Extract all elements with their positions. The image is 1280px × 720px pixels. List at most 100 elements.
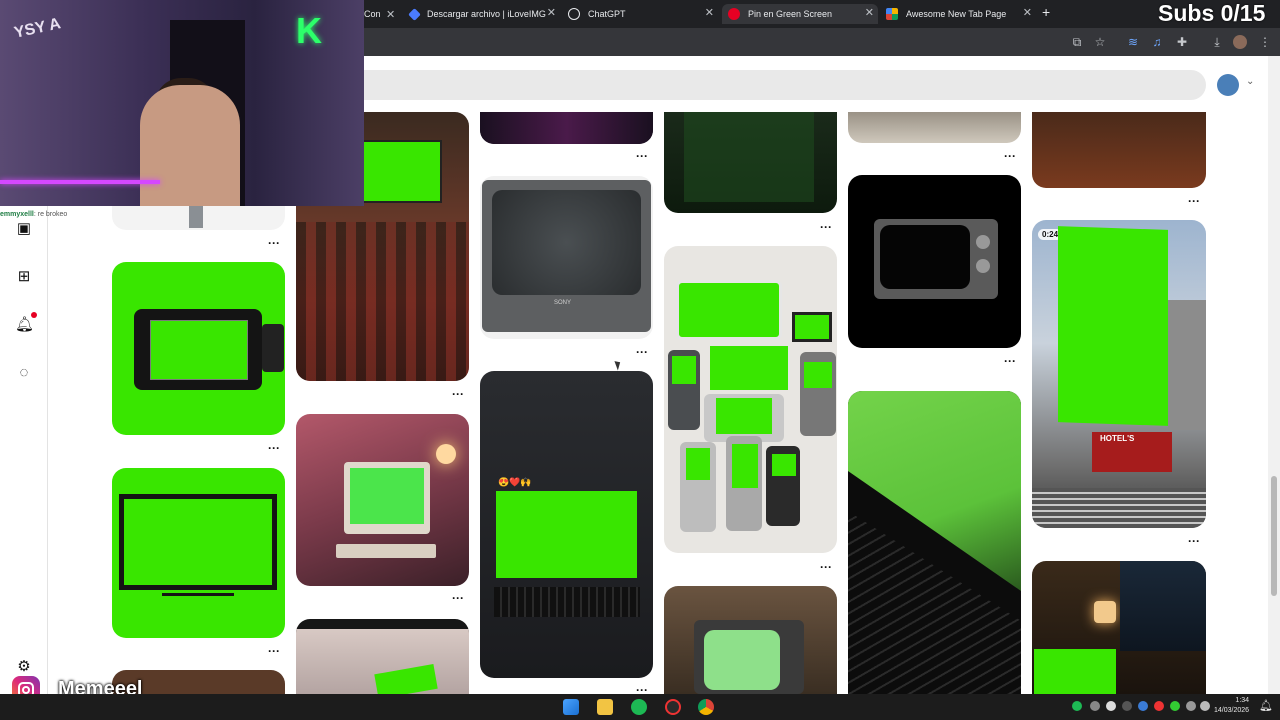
pin-card[interactable] <box>112 206 285 230</box>
green-screen <box>1034 649 1116 694</box>
spotify-tray-icon[interactable] <box>1072 701 1082 711</box>
clock-date: 14/03/2026 <box>1214 707 1250 714</box>
pin-more-options[interactable]: ··· <box>268 236 280 250</box>
bookmark-star-icon[interactable]: ☆ <box>1093 35 1107 49</box>
pin-more-options[interactable]: ··· <box>636 149 648 163</box>
tv-screen <box>492 190 641 295</box>
pin-more-options[interactable]: ··· <box>820 560 832 574</box>
tray-icon[interactable] <box>1122 701 1132 711</box>
messages-icon[interactable]: ◌ <box>15 364 33 382</box>
green-screen <box>792 312 832 342</box>
system-clock[interactable]: 1:34 14/03/2026 <box>1214 696 1249 716</box>
building-image <box>1168 300 1206 430</box>
pin-more-options[interactable]: ··· <box>636 345 648 359</box>
tab-awesome-new-tab[interactable]: Awesome New Tab Page ✕ <box>880 4 1036 24</box>
notifications-icon[interactable]: 🔔︎ <box>15 316 34 334</box>
pin-more-options[interactable]: ··· <box>1188 194 1200 208</box>
download-icon[interactable]: ⤓ <box>1210 35 1224 49</box>
tab-chatgpt[interactable]: ChatGPT ✕ <box>562 4 718 24</box>
laptop-keyboard-image <box>494 587 640 617</box>
extensions-puzzle-icon[interactable]: ✚ <box>1175 35 1189 49</box>
scrollbar-thumb[interactable] <box>1271 476 1277 596</box>
extension-wave-icon[interactable]: ≋ <box>1126 35 1140 49</box>
pin-more-options[interactable]: ··· <box>452 591 464 605</box>
chat-text: : re brokeo <box>33 211 68 218</box>
menu-dots-icon[interactable]: ⋮ <box>1258 35 1272 49</box>
tray-icon[interactable] <box>1090 701 1100 711</box>
pin-card[interactable]: SONY <box>480 176 653 339</box>
pin-card[interactable] <box>664 246 837 553</box>
tab-iloveimg[interactable]: Descargar archivo | iLoveIMG ✕ <box>404 4 560 24</box>
pin-card[interactable] <box>664 586 837 694</box>
pin-card[interactable] <box>296 414 469 586</box>
board-icon[interactable]: ▣ <box>15 220 33 238</box>
obs-icon[interactable] <box>665 699 681 715</box>
file-explorer-icon[interactable] <box>597 699 613 715</box>
pin-card[interactable] <box>112 468 285 638</box>
close-icon[interactable]: ✕ <box>1023 6 1032 19</box>
pin-image <box>189 206 203 228</box>
keyboard-image <box>336 544 436 558</box>
pin-card[interactable] <box>848 175 1021 348</box>
clock-time: 1:34 <box>1235 697 1250 704</box>
pin-card[interactable]: 😍❤️🙌 <box>480 371 653 678</box>
pin-card[interactable]: 0:24 HOTEL'S <box>1032 220 1206 528</box>
settings-icon[interactable]: ⚙ <box>15 658 33 676</box>
green-screen <box>732 444 758 488</box>
tab-title: Con <box>364 9 380 19</box>
windows-start-icon[interactable] <box>563 699 579 715</box>
pin-card[interactable] <box>480 112 653 144</box>
tab-close-partial[interactable]: ✕ <box>380 4 395 24</box>
close-icon[interactable]: ✕ <box>386 8 395 21</box>
tray-icon[interactable] <box>1154 701 1164 711</box>
pin-more-options[interactable]: ··· <box>1004 354 1016 368</box>
close-icon[interactable]: ✕ <box>547 6 556 19</box>
pin-more-options[interactable]: ··· <box>268 644 280 658</box>
crosswalk-image <box>1032 488 1206 528</box>
green-screen <box>1058 226 1168 426</box>
audience-image <box>296 222 469 381</box>
pin-more-options[interactable]: ··· <box>820 220 832 234</box>
chevron-down-icon[interactable]: ⌄ <box>1246 76 1254 87</box>
install-icon[interactable]: ⧉ <box>1070 35 1084 49</box>
pin-card[interactable] <box>664 112 837 213</box>
tab-title: Awesome New Tab Page <box>906 9 1007 19</box>
chat-message: emmyxelll: re brokeo <box>0 211 67 218</box>
pin-card[interactable] <box>848 112 1021 143</box>
green-screen <box>362 140 442 203</box>
green-screen <box>710 346 788 390</box>
close-icon[interactable]: ✕ <box>865 6 874 19</box>
close-icon[interactable]: ✕ <box>705 6 714 19</box>
profile-avatar-icon[interactable] <box>1233 35 1247 49</box>
pin-more-options[interactable]: ··· <box>268 441 280 455</box>
pin-card[interactable] <box>112 262 285 435</box>
tab-pinterest[interactable]: Pin en Green Screen ✕ <box>722 4 878 24</box>
tray-icon[interactable] <box>1106 701 1116 711</box>
pin-image <box>480 112 653 144</box>
green-screen <box>686 448 710 480</box>
tray-icon[interactable] <box>1170 701 1180 711</box>
page-scrollbar[interactable] <box>1268 56 1280 694</box>
tray-icon[interactable] <box>1138 701 1148 711</box>
pin-more-options[interactable]: ··· <box>1188 534 1200 548</box>
create-icon[interactable]: ⊞ <box>15 268 33 286</box>
new-tab-button[interactable]: + <box>1042 4 1050 20</box>
spotify-icon[interactable] <box>631 699 647 715</box>
user-avatar[interactable] <box>1217 74 1239 96</box>
webcam-overlay: YSY A K <box>0 0 364 206</box>
search-input[interactable] <box>330 70 1206 100</box>
network-icon[interactable] <box>1186 701 1196 711</box>
pin-more-options[interactable]: ··· <box>452 387 464 401</box>
pin-card[interactable] <box>1032 112 1206 188</box>
pin-card[interactable] <box>1032 561 1206 694</box>
chat-username: emmyxelll <box>0 211 34 218</box>
notification-bell-icon[interactable]: 🔔︎ <box>1259 699 1273 712</box>
notification-dot <box>31 312 37 318</box>
extension-translate-icon[interactable]: ♫ <box>1150 35 1164 49</box>
led-strip <box>0 180 160 184</box>
volume-icon[interactable] <box>1200 701 1210 711</box>
pin-card[interactable] <box>848 391 1021 694</box>
pin-more-options[interactable]: ··· <box>1004 149 1016 163</box>
pin-card[interactable] <box>296 619 469 694</box>
chrome-icon[interactable] <box>698 699 714 715</box>
